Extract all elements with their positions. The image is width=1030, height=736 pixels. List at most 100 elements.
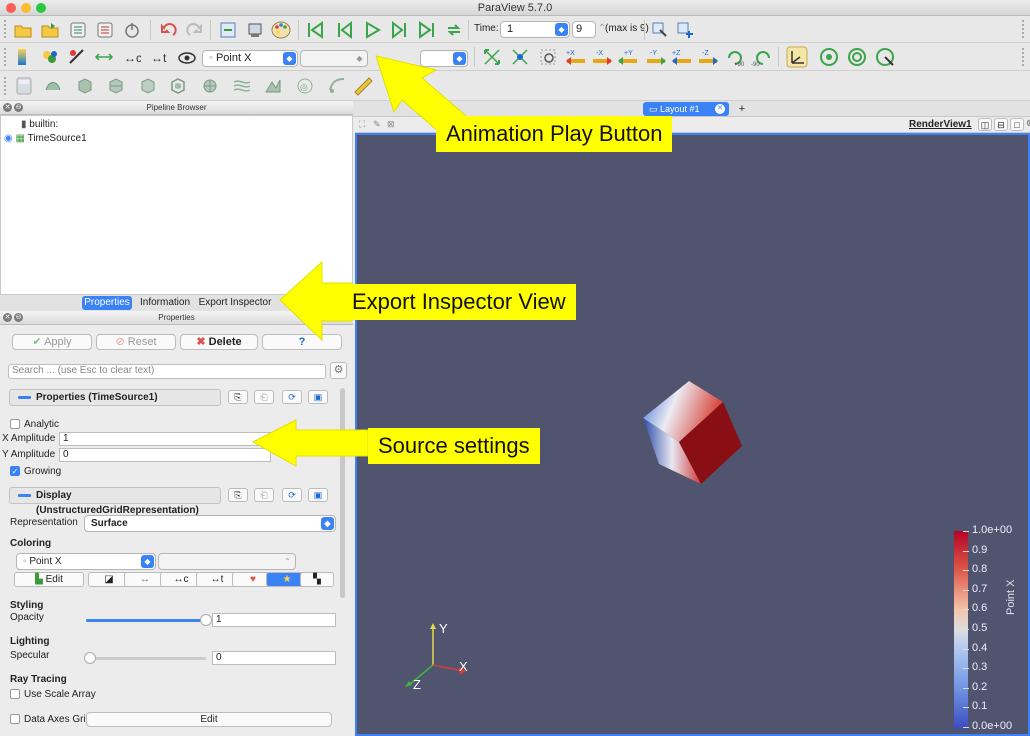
representation-combo[interactable]: Surface ◆ — [84, 515, 336, 532]
search-input[interactable]: Search ... (use Esc to clear text) — [8, 364, 326, 379]
group-datasets-icon[interactable]: ◎ — [295, 76, 315, 96]
use-scale-array-checkbox[interactable] — [10, 689, 20, 699]
ruler-icon[interactable] — [352, 75, 374, 97]
tab-layout-1[interactable]: ▭ Layout #1 ✕ — [643, 102, 729, 116]
save-defaults-icon[interactable]: ▣ — [308, 488, 328, 502]
specular-slider[interactable] — [84, 652, 206, 664]
show-orientation-axes-icon[interactable] — [786, 46, 808, 68]
minimize-window-button[interactable] — [21, 3, 31, 13]
close-window-button[interactable] — [6, 3, 16, 13]
dropdown-arrow-icon[interactable]: ◆ — [353, 52, 366, 65]
edit-colormap-button[interactable]: ▙ Edit — [14, 572, 84, 587]
save-defaults-icon[interactable]: ▣ — [308, 390, 328, 404]
cube-3d-view[interactable] — [641, 380, 745, 486]
advanced-colormap-button[interactable]: ▚ — [300, 572, 334, 587]
loop-icon[interactable] — [444, 20, 464, 40]
extract-subset-icon[interactable] — [168, 76, 188, 96]
coloring-combo[interactable]: ◦ Point X ◆ — [16, 553, 156, 570]
load-state-icon[interactable] — [68, 20, 88, 40]
disconnect-icon[interactable] — [122, 20, 142, 40]
rescale-visible-range-icon[interactable] — [176, 47, 198, 67]
undo-icon[interactable] — [158, 20, 178, 40]
next-frame-icon[interactable] — [390, 20, 410, 40]
x-amplitude-input[interactable]: 1 — [59, 432, 271, 446]
rescale-temporal-icon[interactable]: ↔c — [121, 47, 141, 67]
rotate-plus-90-icon[interactable]: +90 — [724, 47, 748, 67]
dropdown-arrow-icon[interactable]: ◆ — [453, 52, 466, 65]
toolbar-grip[interactable] — [1022, 20, 1025, 38]
toolbar-grip[interactable] — [1022, 48, 1025, 66]
rescale-custom-icon[interactable] — [94, 47, 114, 67]
reset-camera-icon[interactable] — [482, 47, 502, 67]
component-combo[interactable]: ◆ — [300, 50, 368, 67]
tab-export-inspector[interactable]: Export Inspector — [198, 296, 272, 310]
color-palette-icon[interactable] — [270, 19, 292, 41]
time-index-spinbox[interactable]: 9 — [572, 21, 596, 38]
zoom-to-box-icon[interactable] — [538, 47, 558, 67]
view-direction-plus-z-icon[interactable]: +Z — [670, 47, 694, 67]
zoom-to-data-icon[interactable] — [510, 47, 530, 67]
spin-arrows-icon[interactable]: ◆ — [555, 23, 568, 36]
zoom-window-button[interactable] — [36, 3, 46, 13]
reset-range-icon[interactable] — [67, 47, 87, 67]
split-horizontal-icon[interactable]: ◫ — [978, 118, 992, 131]
render-view-name[interactable]: RenderView1 — [909, 119, 972, 130]
extract-level-icon[interactable] — [327, 76, 347, 96]
split-vertical-icon[interactable]: ⊟ — [994, 118, 1008, 131]
redo-icon[interactable] — [185, 20, 205, 40]
calculator-icon[interactable] — [14, 76, 34, 96]
dropdown-arrow-icon[interactable]: ◆ — [321, 517, 334, 530]
data-axes-grid-edit-button[interactable]: Edit — [86, 712, 332, 727]
open-recent-icon[interactable] — [40, 20, 60, 40]
stream-tracer-icon[interactable] — [232, 76, 252, 96]
time-value-field[interactable]: 1 ◆ — [500, 21, 570, 38]
play-icon[interactable] — [362, 20, 382, 40]
rescale-visible-icon[interactable]: ↔t — [148, 47, 168, 67]
pipeline-item-timesource1[interactable]: ◉ ▦ TimeSource1 — [4, 133, 87, 144]
delete-button[interactable]: ✖ Delete — [180, 334, 258, 350]
glyph-icon[interactable] — [200, 76, 220, 96]
tab-properties[interactable]: Properties — [82, 296, 132, 310]
opacity-slider-handle[interactable] — [200, 614, 212, 626]
specular-input[interactable]: 0 — [212, 651, 336, 665]
coloring-component-combo[interactable]: ⌃ — [158, 553, 296, 570]
data-axes-grid-checkbox[interactable] — [10, 714, 20, 724]
reset-center-icon[interactable] — [846, 46, 868, 68]
select-icon[interactable]: ⊠ — [387, 119, 395, 130]
representation-toolbar-combo[interactable]: ◆ — [420, 50, 468, 67]
last-frame-icon[interactable] — [417, 20, 437, 40]
help-button[interactable]: ? — [262, 334, 342, 350]
toolbar-grip[interactable] — [4, 77, 7, 95]
open-folder-icon[interactable] — [13, 20, 33, 40]
copy-icon[interactable]: ⎘ — [228, 488, 248, 502]
view-direction-minus-x-icon[interactable]: -X — [590, 47, 614, 67]
analytic-checkbox[interactable] — [10, 419, 20, 429]
apply-button[interactable]: ✔ Apply — [12, 334, 92, 350]
close-panel-icon[interactable]: ✕ — [3, 313, 12, 322]
dropdown-arrow-icon[interactable]: ⌃ — [281, 555, 294, 568]
pipeline-item-builtin[interactable]: ▮ builtin: — [21, 119, 58, 130]
show-center-icon[interactable] — [818, 46, 840, 68]
first-frame-icon[interactable] — [305, 20, 325, 40]
contour-icon[interactable] — [43, 76, 63, 96]
reset-session-icon[interactable] — [218, 20, 238, 40]
find-data-icon[interactable] — [245, 20, 265, 40]
new-layout-tab-button[interactable]: + — [733, 102, 751, 116]
color-array-combo[interactable]: ◦ Point X ◆ — [202, 50, 298, 67]
toolbar-grip[interactable] — [4, 48, 7, 66]
growing-checkbox[interactable]: ✓ — [10, 466, 20, 476]
clip-icon[interactable] — [75, 76, 95, 96]
view-direction-minus-z-icon[interactable]: -Z — [696, 47, 720, 67]
previous-frame-icon[interactable] — [334, 20, 354, 40]
view-direction-plus-y-icon[interactable]: +Y — [616, 47, 640, 67]
reload-icon[interactable]: ⟳ — [282, 488, 302, 502]
dropdown-arrow-icon[interactable]: ◆ — [141, 555, 154, 568]
opacity-input[interactable]: 1 — [212, 613, 336, 627]
paste-icon[interactable]: ⎗ — [254, 488, 274, 502]
close-tab-icon[interactable]: ✕ — [715, 104, 725, 114]
close-panel-icon[interactable]: ✕ — [3, 103, 12, 112]
float-panel-icon[interactable]: ⊖ — [14, 313, 23, 322]
save-state-icon[interactable] — [95, 20, 115, 40]
view-direction-minus-y-icon[interactable]: -Y — [644, 47, 668, 67]
specular-slider-handle[interactable] — [84, 652, 96, 664]
